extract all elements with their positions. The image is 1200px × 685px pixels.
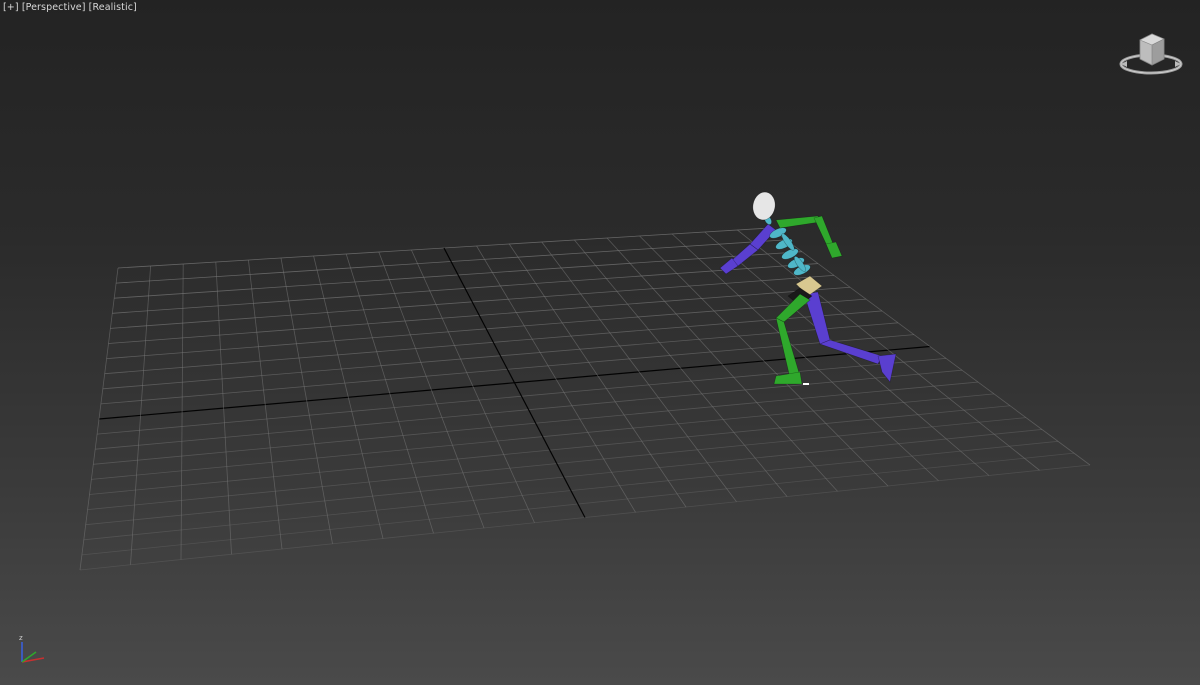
right-foot[interactable] xyxy=(773,371,803,385)
grid-line xyxy=(704,231,990,476)
grid-line xyxy=(476,245,636,513)
grid-line xyxy=(248,259,283,550)
grid-line xyxy=(508,243,687,508)
home-grid xyxy=(79,227,1091,571)
foot-marker xyxy=(803,383,809,385)
grid-line xyxy=(769,227,1091,466)
right-upper-arm[interactable] xyxy=(775,215,821,229)
axis-z-label: z xyxy=(19,634,23,642)
right-calf[interactable] xyxy=(775,317,801,379)
grid-axis-y xyxy=(443,247,586,518)
grid-line xyxy=(345,253,434,534)
grid-line xyxy=(606,237,838,492)
grid-line xyxy=(79,267,119,571)
grid-line xyxy=(574,239,788,497)
grid-line xyxy=(130,265,151,565)
grid-line xyxy=(541,241,737,502)
head[interactable] xyxy=(751,190,778,221)
scene-canvas xyxy=(79,190,1091,571)
perspective-viewport[interactable]: [+] [Perspective] [Realistic] z xyxy=(0,0,1200,685)
viewcube-icon[interactable] xyxy=(1118,26,1184,78)
biped-character[interactable] xyxy=(719,190,897,385)
right-hand[interactable] xyxy=(825,241,843,259)
grid-line xyxy=(639,235,889,487)
axis-tripod-icon: z xyxy=(19,634,45,663)
